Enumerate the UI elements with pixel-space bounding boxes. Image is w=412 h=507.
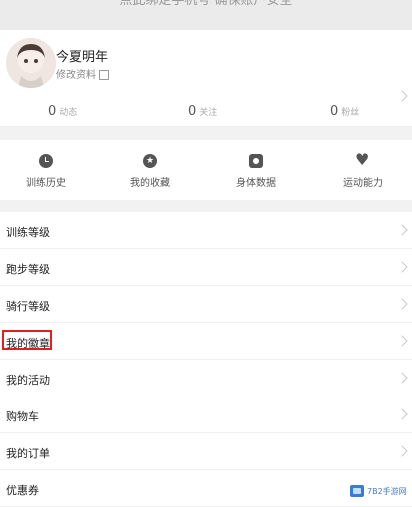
menu-item-running-level[interactable]: 跑步等级	[0, 249, 412, 286]
star-icon	[143, 154, 157, 168]
menu-item-label: 购物车	[6, 410, 39, 423]
chevron-right-icon	[396, 261, 408, 273]
stat-posts-label: 动态	[59, 108, 78, 118]
chevron-right-icon	[396, 298, 408, 310]
quick-sports-ability-label: 运动能力	[343, 178, 383, 189]
stat-following-label: 关注	[199, 108, 218, 118]
bind-phone-text: 点此绑定手机号 确保账户安全	[119, 0, 293, 8]
clock-icon	[39, 154, 53, 168]
quick-actions-bar: 训练历史 我的收藏 身体数据 运动能力	[0, 140, 412, 200]
logo-icon	[350, 485, 364, 497]
body-data-icon	[249, 154, 263, 168]
menu-item-my-activities[interactable]: 我的活动	[0, 360, 412, 397]
menu-item-label: 优惠券	[6, 484, 39, 497]
user-name: 今夏明年	[56, 50, 109, 65]
edit-icon: e	[99, 70, 109, 80]
bind-phone-banner[interactable]: 点此绑定手机号 确保账户安全	[0, 0, 412, 30]
stat-posts[interactable]: 0 动态	[48, 104, 77, 119]
stat-followers[interactable]: 0 粉丝	[330, 104, 359, 119]
chevron-right-icon	[396, 335, 408, 347]
menu-item-cycling-level[interactable]: 骑行等级	[0, 286, 412, 323]
menu-item-my-badges[interactable]: 我的徽章	[0, 323, 412, 360]
quick-body-data-label: 身体数据	[236, 178, 276, 189]
avatar[interactable]	[6, 38, 56, 88]
menu-item-label: 骑行等级	[6, 300, 50, 313]
quick-my-favorites-label: 我的收藏	[130, 178, 170, 189]
chevron-right-icon	[396, 445, 408, 457]
avatar-icon	[6, 38, 56, 88]
stat-followers-label: 粉丝	[341, 108, 360, 118]
watermark-text: 7B2手游网	[367, 486, 407, 496]
edit-profile-link[interactable]: 修改资料e	[56, 66, 109, 81]
chevron-right-icon	[396, 372, 408, 384]
chevron-right-icon	[396, 408, 408, 420]
menu-item-my-orders[interactable]: 我的订单	[0, 433, 412, 470]
stat-posts-value: 0	[48, 104, 57, 119]
menu-item-label: 训练等级	[6, 226, 50, 239]
chevron-right-icon	[396, 224, 408, 236]
quick-my-favorites[interactable]: 我的收藏	[130, 154, 170, 189]
menu-item-training-level[interactable]: 训练等级	[0, 212, 412, 249]
menu-item-cart[interactable]: 购物车	[0, 396, 412, 433]
watermark-logo: 7B2手游网	[350, 484, 408, 498]
menu-item-label: 我的活动	[6, 374, 50, 387]
menu-item-label: 跑步等级	[6, 263, 50, 276]
stat-followers-value: 0	[330, 104, 339, 119]
edit-profile-label: 修改资料	[56, 70, 96, 81]
heart-rate-icon	[355, 151, 370, 169]
menu-section-levels: 训练等级 跑步等级 骑行等级 我的徽章 我的活动	[0, 212, 412, 397]
menu-item-label: 我的徽章	[6, 337, 50, 350]
quick-training-history-label: 训练历史	[26, 178, 66, 189]
profile-chevron-right-icon	[396, 90, 408, 102]
quick-sports-ability[interactable]: 运动能力	[343, 151, 383, 189]
quick-training-history[interactable]: 训练历史	[26, 154, 66, 189]
menu-item-label: 我的订单	[6, 447, 50, 460]
profile-stats: 0 动态 0 关注 0 粉丝	[0, 104, 412, 124]
stat-following-value: 0	[188, 104, 197, 119]
stat-following[interactable]: 0 关注	[188, 104, 217, 119]
quick-body-data[interactable]: 身体数据	[236, 154, 276, 189]
